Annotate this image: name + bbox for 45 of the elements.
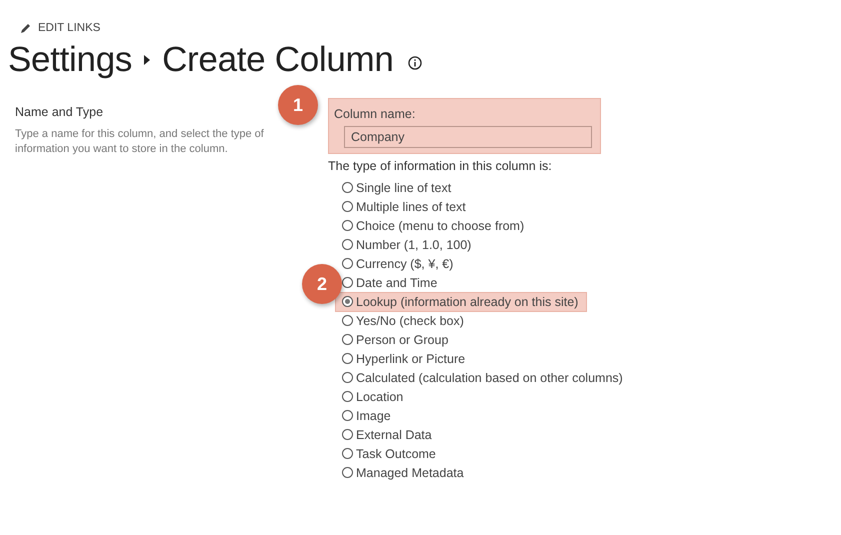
radio-option[interactable]: Task Outcome <box>342 444 444 462</box>
radio-button[interactable] <box>342 467 353 478</box>
section-title: Name and Type <box>15 105 104 119</box>
radio-button[interactable] <box>342 429 353 440</box>
radio-option[interactable]: Currency ($, ¥, €) <box>342 254 462 272</box>
edit-links-link[interactable]: EDIT LINKS <box>38 22 100 34</box>
field-label: Column name: <box>334 107 416 121</box>
breadcrumb-link[interactable]: Settings <box>8 40 132 80</box>
radio-button[interactable] <box>342 410 353 421</box>
radio-option[interactable]: Location <box>342 388 412 406</box>
radio-option[interactable]: Image <box>342 406 399 424</box>
radio-option[interactable]: Multiple lines of text <box>342 198 474 216</box>
step-badge: 1 <box>278 85 318 125</box>
radio-option[interactable]: External Data <box>342 426 440 444</box>
pencil-icon <box>20 22 31 34</box>
radio-button[interactable] <box>342 239 353 250</box>
radio-option[interactable]: Calculated (calculation based on other columns) <box>342 368 631 386</box>
radio-button[interactable] <box>342 296 353 307</box>
radio-button[interactable] <box>342 315 353 326</box>
radio-button[interactable] <box>342 201 353 212</box>
radio-option[interactable]: Choice (menu to choose from) <box>342 216 532 234</box>
radio-button[interactable] <box>342 258 353 269</box>
radio-button[interactable] <box>342 372 353 383</box>
radio-option[interactable]: Managed Metadata <box>342 464 472 482</box>
info-icon[interactable] <box>408 56 422 70</box>
radio-option[interactable]: Yes/No (check box) <box>342 312 472 330</box>
radio-button[interactable] <box>342 448 353 459</box>
section-description: Type a name for this column, and select the type of information you want to store in the column. <box>15 127 265 157</box>
step-badge: 2 <box>302 264 342 304</box>
radio-button[interactable] <box>342 334 353 345</box>
radio-option[interactable]: Single line of text <box>342 178 460 196</box>
radio-button[interactable] <box>342 391 353 402</box>
breadcrumb-arrow-icon <box>144 55 150 65</box>
highlighted-radio-option[interactable]: Lookup (information already on this site) <box>335 292 588 312</box>
radio-option[interactable]: Number (1, 1.0, 100) <box>342 236 480 254</box>
radio-button[interactable] <box>342 220 353 231</box>
radio-option[interactable]: Date and Time <box>342 274 446 292</box>
radio-option[interactable]: Person or Group <box>342 330 456 348</box>
radio-button[interactable] <box>342 182 353 193</box>
type-prompt: The type of information in this column is: <box>328 159 553 173</box>
page-title: Create Column <box>162 40 394 80</box>
radio-button[interactable] <box>342 277 353 288</box>
radio-option[interactable]: Hyperlink or Picture <box>342 350 474 368</box>
column-name-field[interactable]: Company <box>344 126 592 148</box>
radio-button[interactable] <box>342 353 353 364</box>
